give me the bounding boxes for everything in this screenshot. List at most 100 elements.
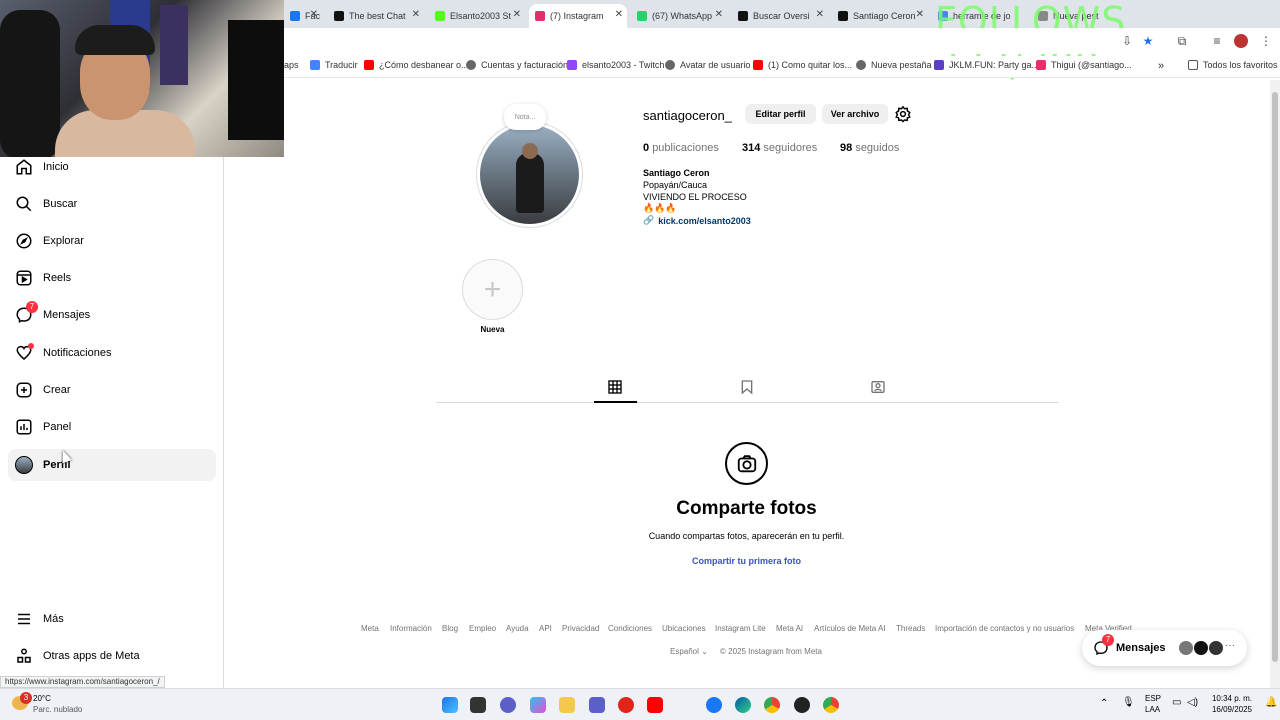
bookmark-item[interactable]: aps: [284, 60, 299, 70]
install-icon[interactable]: ⇩: [1120, 34, 1134, 48]
sidebar-item-notificaciones[interactable]: Notificaciones: [8, 337, 216, 369]
profile-link[interactable]: 🔗 kick.com/elsanto2003: [643, 215, 751, 226]
clock-time[interactable]: 10:34 p. m.: [1208, 694, 1252, 703]
chrome-icon[interactable]: [823, 697, 839, 713]
sidebar-item-mas[interactable]: Más: [8, 603, 216, 635]
browser-toolbar: ⇩ ★ ⧉ ≡ ⋮: [284, 28, 1280, 54]
bookmark-item[interactable]: Thigui (@santiago...: [1036, 60, 1132, 70]
chrome-icon[interactable]: [764, 697, 780, 713]
extensions-icon[interactable]: ⧉: [1175, 34, 1189, 48]
sidebar-item-mensajes[interactable]: 7 Mensajes: [8, 299, 216, 331]
footer-link[interactable]: Instagram Lite: [715, 624, 766, 633]
footer-link[interactable]: Threads: [896, 624, 925, 633]
tab-whatsapp[interactable]: (67) WhatsApp ✕: [631, 4, 727, 28]
clock-date[interactable]: 16/09/2025: [1208, 705, 1252, 714]
youtube-icon[interactable]: [647, 697, 663, 713]
sidebar-item-meta-apps[interactable]: Otras apps de Meta: [8, 640, 216, 672]
tab-facebook[interactable]: Fac ✕: [284, 4, 322, 28]
chevron-down-icon: ⌄: [701, 647, 708, 656]
bookmark-item[interactable]: JKLM.FUN: Party ga...: [934, 60, 1039, 70]
following-count[interactable]: 98 seguidos: [840, 142, 899, 154]
close-tab-icon[interactable]: ✕: [715, 9, 723, 20]
weather-temp[interactable]: 20°C: [33, 694, 51, 703]
sidebar-item-buscar[interactable]: Buscar: [8, 188, 216, 220]
teams-icon[interactable]: [589, 697, 605, 713]
file-explorer-icon[interactable]: [559, 697, 575, 713]
close-tab-icon[interactable]: ✕: [615, 9, 623, 20]
task-view-icon[interactable]: [470, 697, 486, 713]
sidebar-item-reels[interactable]: Reels: [8, 262, 216, 294]
footer-link[interactable]: Artículos de Meta AI: [814, 624, 886, 633]
sidebar-item-crear[interactable]: Crear: [8, 374, 216, 406]
new-highlight-button[interactable]: +: [462, 259, 523, 320]
tab-instagram[interactable]: (7) Instagram ✕: [529, 4, 627, 28]
chevron-up-icon[interactable]: ⌃: [1100, 698, 1108, 709]
profile-avatar[interactable]: [480, 125, 579, 224]
grid-tab-icon[interactable]: [607, 379, 623, 395]
menu-icon[interactable]: ⋮: [1259, 34, 1273, 48]
chat-icon[interactable]: [500, 697, 516, 713]
folder-icon: [1188, 60, 1198, 70]
more-bookmarks-button[interactable]: »: [1158, 60, 1164, 72]
close-tab-icon[interactable]: ✕: [513, 9, 521, 20]
bookmark-item[interactable]: elsanto2003 - Twitch: [567, 60, 664, 70]
language-selector[interactable]: Español ⌄: [670, 647, 708, 656]
footer-link[interactable]: API: [539, 624, 552, 633]
volume-icon[interactable]: ◁): [1187, 697, 1198, 708]
all-bookmarks-button[interactable]: Todos los favoritos: [1188, 60, 1278, 70]
edit-profile-button[interactable]: Editar perfil: [745, 104, 816, 124]
tagged-tab-icon[interactable]: [870, 379, 886, 395]
media-icon[interactable]: ≡: [1210, 34, 1224, 48]
facebook-icon[interactable]: [706, 697, 722, 713]
close-tab-icon[interactable]: ✕: [412, 9, 420, 20]
posts-count[interactable]: 0 publicaciones: [643, 142, 719, 154]
windows-start-icon[interactable]: [442, 697, 458, 713]
close-tab-icon[interactable]: ✕: [816, 9, 824, 20]
keyboard-layout[interactable]: LAA: [1145, 705, 1160, 714]
share-first-photo-link[interactable]: Compartir tu primera foto: [600, 556, 893, 566]
microphone-icon[interactable]: 🎙: [1122, 697, 1135, 708]
footer-link[interactable]: Meta AI: [776, 624, 803, 633]
copilot-icon[interactable]: [530, 697, 546, 713]
profile-avatar[interactable]: [1234, 34, 1248, 48]
footer-link[interactable]: Privacidad: [562, 624, 599, 633]
footer-link[interactable]: Ayuda: [506, 624, 529, 633]
footer-link[interactable]: Empleo: [469, 624, 496, 633]
bookmark-item[interactable]: Nueva pestaña: [856, 60, 932, 70]
bookmark-item[interactable]: Cuentas y facturación: [466, 60, 568, 70]
close-tab-icon[interactable]: ✕: [916, 9, 924, 20]
view-archive-button[interactable]: Ver archivo: [822, 104, 888, 124]
language-code[interactable]: ESP: [1145, 694, 1161, 703]
sidebar-item-perfil[interactable]: Perfil: [8, 449, 216, 481]
bookmark-item[interactable]: (1) Como quitar los...: [753, 60, 852, 70]
network-icon[interactable]: ▭: [1172, 697, 1181, 708]
footer-link[interactable]: Blog: [442, 624, 458, 633]
bookmark-item[interactable]: ¿Cómo desbanear o...: [364, 60, 469, 70]
bookmark-item[interactable]: Avatar de usuario: [665, 60, 750, 70]
notifications-icon[interactable]: 🔔: [1265, 697, 1277, 708]
saved-tab-icon[interactable]: [739, 379, 755, 395]
scrollbar-thumb[interactable]: [1272, 92, 1278, 662]
messages-pill[interactable]: 7 Mensajes ···: [1082, 630, 1247, 666]
sidebar-item-explorar[interactable]: Explorar: [8, 225, 216, 257]
footer-link[interactable]: Información: [390, 624, 432, 633]
footer-link[interactable]: Meta: [361, 624, 379, 633]
obs-icon[interactable]: [794, 697, 810, 713]
sidebar-item-panel[interactable]: Panel: [8, 411, 216, 443]
sidebar-item-inicio[interactable]: Inicio: [8, 151, 216, 183]
footer-link[interactable]: Ubicaciones: [662, 624, 706, 633]
tab-tiktok[interactable]: Santiago Ceron ✕: [832, 4, 928, 28]
settings-gear-icon[interactable]: [894, 105, 912, 123]
bookmark-item[interactable]: Traducir: [310, 60, 358, 70]
close-tab-icon[interactable]: ✕: [310, 9, 318, 20]
tab-oversight[interactable]: Buscar Oversi ✕: [732, 4, 828, 28]
footer-link[interactable]: Importación de contactos y no usuarios: [935, 624, 1074, 633]
tab-chatgpt[interactable]: The best Chat ✕: [328, 4, 424, 28]
followers-count[interactable]: 314 seguidores: [742, 142, 817, 154]
edge-icon[interactable]: [735, 697, 751, 713]
bookmark-star-icon[interactable]: ★: [1141, 34, 1155, 48]
note-bubble[interactable]: Nota...: [504, 104, 546, 130]
opera-icon[interactable]: [618, 697, 634, 713]
footer-link[interactable]: Condiciones: [608, 624, 652, 633]
tab-kick[interactable]: Elsanto2003 St ✕: [429, 4, 525, 28]
